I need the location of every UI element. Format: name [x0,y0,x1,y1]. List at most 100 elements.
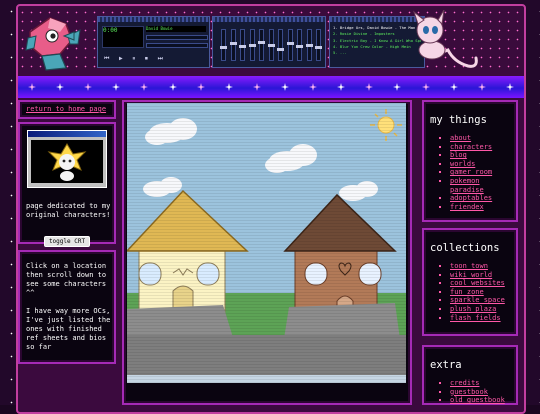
nav-link-text[interactable]: credits [450,379,480,387]
eq-band-knob[interactable] [296,44,303,48]
eq-band-slider[interactable] [305,29,313,61]
eq-band-knob[interactable] [258,40,265,44]
nav-link-item[interactable]: gamer room [450,168,516,177]
nav-link-text[interactable]: pokemon paradise [450,177,484,194]
nav-link-text[interactable]: gamer room [450,168,492,176]
equalizer-window [212,16,326,68]
nav-link-item[interactable]: worlds [450,160,516,169]
equalizer-titlebar[interactable] [213,17,325,22]
mew-mascot-icon [412,10,478,68]
nav-link-item[interactable]: plush plaza [450,305,516,314]
nav-link-text[interactable]: wiki world [450,271,492,279]
nav-link-text[interactable]: fun zone [450,288,484,296]
jirachi-icon [47,143,87,181]
nav-link-text[interactable]: guestbook [450,388,488,396]
intro-text: page dedicated to my original characters… [26,202,111,219]
eq-band-slider[interactable] [296,29,303,61]
sparkle-icon [112,83,121,91]
sparkle-icon [365,83,374,91]
music-player-window: 0:00 David Bowie ⏮ ▶ ⏸ ⏹ ⏭ [97,16,210,68]
nav-link-item[interactable]: friendex [450,203,516,212]
sparkle-icon [449,83,458,91]
prev-icon[interactable]: ⏮ [104,55,112,62]
music-player-titlebar[interactable] [98,17,209,22]
nav-link-item[interactable]: pokemon paradise [450,177,516,194]
nav-link-item[interactable]: cool websites [450,279,516,288]
nav-link-text[interactable]: blog [450,151,467,159]
eq-band-knob[interactable] [239,44,246,48]
nav-link-text[interactable]: adoptables [450,194,492,202]
eq-band-knob[interactable] [220,46,227,50]
eq-band-slider[interactable] [286,29,294,61]
nav-link-item[interactable]: sparkle space [450,296,516,305]
stop-icon[interactable]: ⏹ [145,55,151,62]
nav-link-text[interactable]: cool websites [450,279,505,287]
sparkle-icon [28,83,37,91]
nav-link-item[interactable]: characters [450,143,516,152]
nav-link-text[interactable]: friendex [450,203,484,211]
eq-band-knob[interactable] [248,43,256,47]
nav-link-text[interactable]: old guestbook [450,396,505,404]
sparkle-icon [309,83,318,91]
nav-link-item[interactable]: old guestbook [450,396,516,405]
instructions-text: Click on a location then scroll down to … [26,262,107,297]
sparkle-icon [421,83,430,91]
intro-panel: page dedicated to my original characters… [18,122,116,247]
eq-band-knob[interactable] [315,46,322,50]
eq-band-slider[interactable] [229,29,237,61]
play-icon[interactable]: ▶ [119,55,126,62]
eq-band-slider[interactable] [220,29,227,61]
collections-list: toon townwiki worldcool websitesfun zone… [430,262,516,322]
eq-band-slider[interactable] [248,29,256,61]
eq-band-slider[interactable] [258,29,265,61]
sparkle-icon [84,83,93,91]
collections-panel: collections toon townwiki worldcool webs… [422,228,518,336]
my-things-panel: my things aboutcharactersblogworldsgamer… [422,100,518,222]
track-marquee: David Bowie [146,26,206,32]
nav-link-item[interactable]: flash fields [450,314,516,323]
eq-band-knob[interactable] [277,47,284,51]
my-things-title: my things [430,114,487,126]
location-map-scene [127,103,406,383]
eq-band-slider[interactable] [239,29,246,61]
toggle-crt-button[interactable]: toggle CRT [43,236,91,247]
eq-band-knob[interactable] [286,42,294,46]
eq-band-knob[interactable] [229,42,237,46]
nav-link-item[interactable]: blog [450,151,516,160]
eq-band-slider[interactable] [315,29,322,61]
nav-link-item[interactable]: about [450,134,516,143]
next-icon[interactable]: ⏭ [158,55,166,62]
nav-link-text[interactable]: sparkle space [450,296,505,304]
nav-link-item[interactable]: guestbook [450,388,516,397]
jirachi-window-body [31,140,103,183]
nav-link-text[interactable]: characters [450,143,492,151]
eq-band-slider[interactable] [277,29,284,61]
nav-link-item[interactable]: adoptables [450,194,516,203]
nav-link-item[interactable]: fun zone [450,288,516,297]
eq-band-slider[interactable] [267,29,275,61]
nav-link-text[interactable]: flash fields [450,314,501,322]
volume-slider[interactable] [146,35,208,40]
eq-band-knob[interactable] [267,43,275,47]
nav-link-item[interactable]: toon town [450,262,516,271]
my-things-list: aboutcharactersblogworldsgamer roompokem… [430,134,516,211]
pause-icon[interactable]: ⏸ [132,55,138,62]
nav-link-text[interactable]: worlds [450,160,475,168]
nav-link-item[interactable]: credits [450,379,516,388]
sparkle-icon [252,83,261,91]
eq-band-knob[interactable] [305,43,313,47]
sparkle-icon [337,83,346,91]
sparkle-icon [196,83,205,91]
sparkle-icon [168,83,177,91]
return-home-link[interactable]: return to home page [26,105,106,113]
seek-bar[interactable] [146,43,208,48]
sparkle-icon [393,83,402,91]
sparkle-icon [140,83,149,91]
nav-link-text[interactable]: plush plaza [450,305,496,313]
nav-link-text[interactable]: toon town [450,262,488,270]
nav-link-text[interactable]: about [450,134,471,142]
time-text: 0:00 [103,27,118,34]
decorative-nav-strip [18,76,524,98]
nav-link-item[interactable]: wiki world [450,271,516,280]
jirachi-window-titlebar [28,131,106,137]
